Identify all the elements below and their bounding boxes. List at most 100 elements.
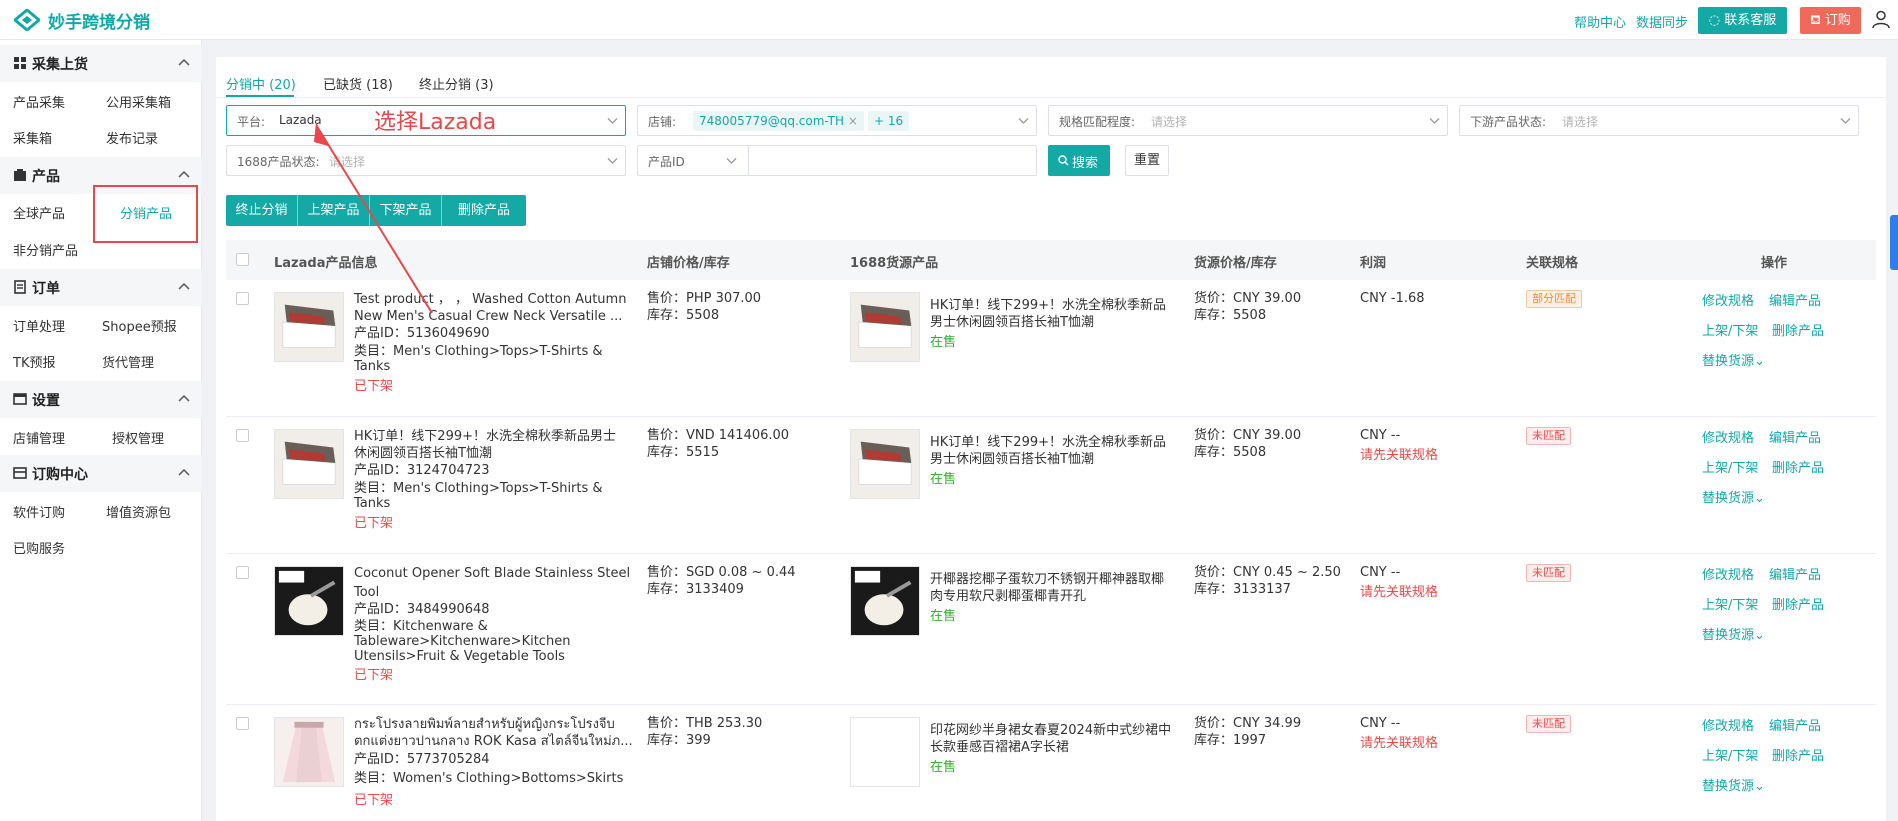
toggle-listing-link[interactable]: 上架/下架 bbox=[1702, 594, 1758, 613]
source-price: 货价：CNY 39.00 bbox=[1194, 291, 1302, 306]
contact-service-button[interactable]: ◌ 联系客服 bbox=[1698, 7, 1787, 34]
source-title-line-2[interactable]: 男士休闲圆领百搭长袖T恤潮 bbox=[930, 451, 1190, 468]
edit-product-link[interactable]: 编辑产品 bbox=[1769, 290, 1821, 309]
edit-spec-link[interactable]: 修改规格 bbox=[1702, 427, 1754, 446]
data-sync-link[interactable]: 数据同步 bbox=[1636, 12, 1688, 31]
source-title-line-2[interactable]: 肉专用软尺剥椰蛋椰青开孔 bbox=[930, 588, 1190, 605]
edit-spec-link[interactable]: 修改规格 bbox=[1702, 564, 1754, 583]
source-status: 在售 bbox=[930, 609, 957, 624]
search-button[interactable]: 搜索 bbox=[1048, 145, 1110, 176]
delete-product-button[interactable]: 删除产品 bbox=[442, 195, 526, 226]
table-row: Test product ， ， Washed Cotton Autumn Ne… bbox=[226, 280, 1876, 417]
select-all-checkbox[interactable] bbox=[236, 253, 249, 266]
sidebar-section-purchase-center[interactable]: 订购中心 bbox=[0, 455, 202, 492]
replace-source-link[interactable]: 替换货源⌄ bbox=[1702, 775, 1765, 794]
shop-select[interactable]: 店铺: 748005779@qq.com-TH × + 16 bbox=[637, 105, 1037, 136]
id-search-input[interactable] bbox=[748, 145, 1037, 176]
sidebar-item-software-order[interactable]: 软件订购 bbox=[13, 502, 65, 521]
product-title-line-1[interactable]: Coconut Opener Soft Blade Stainless Stee… bbox=[354, 565, 634, 582]
source-title-line-1[interactable]: HK订单！线下299+！水洗全棉秋季新品 bbox=[930, 297, 1190, 314]
sidebar-section-collect[interactable]: 采集上货 bbox=[0, 45, 202, 82]
sidebar-item-collect-box[interactable]: 采集箱 bbox=[13, 128, 52, 147]
replace-source-label: 替换货源 bbox=[1702, 779, 1755, 794]
replace-source-link[interactable]: 替换货源⌄ bbox=[1702, 350, 1765, 369]
sidebar-item-publish-records[interactable]: 发布记录 bbox=[106, 128, 158, 147]
search-label: 搜索 bbox=[1072, 156, 1099, 171]
source-title-line-2[interactable]: 男士休闲圆领百搭长袖T恤潮 bbox=[930, 314, 1190, 331]
toggle-listing-link[interactable]: 上架/下架 bbox=[1702, 457, 1758, 476]
tab-divider bbox=[216, 97, 1886, 98]
table-header: Lazada产品信息 店铺价格/库存 1688货源产品 货源价格/库存 利润 关… bbox=[226, 240, 1876, 280]
edit-product-link[interactable]: 编辑产品 bbox=[1769, 564, 1821, 583]
delete-product-link[interactable]: 删除产品 bbox=[1772, 320, 1824, 339]
product-title-line-2[interactable]: ตกแต่งยาวปานกลาง ROK Kasa สไตล์จีนใหม่ภ.… bbox=[354, 733, 634, 750]
sidebar-item-non-distribution-products[interactable]: 非分销产品 bbox=[13, 240, 78, 259]
row-checkbox[interactable] bbox=[236, 717, 249, 730]
tab-out-of-stock[interactable]: 已缺货 (18) bbox=[323, 74, 393, 93]
terminate-distribution-button[interactable]: 终止分销 bbox=[226, 195, 298, 226]
toggle-listing-link[interactable]: 上架/下架 bbox=[1702, 320, 1758, 339]
product-thumbnail[interactable] bbox=[274, 429, 344, 499]
edit-product-link[interactable]: 编辑产品 bbox=[1769, 715, 1821, 734]
match-status-badge: 未匹配 bbox=[1526, 715, 1571, 733]
edit-spec-link[interactable]: 修改规格 bbox=[1702, 290, 1754, 309]
source-title-line-1[interactable]: HK订单！线下299+！水洗全棉秋季新品 bbox=[930, 434, 1190, 451]
product-title-line-2[interactable]: 休闲圆领百搭长袖T恤潮 bbox=[354, 445, 634, 462]
delete-product-link[interactable]: 删除产品 bbox=[1772, 745, 1824, 764]
toggle-listing-link[interactable]: 上架/下架 bbox=[1702, 745, 1758, 764]
sidebar-section-orders[interactable]: 订单 bbox=[0, 269, 202, 306]
sidebar-item-value-added-pack[interactable]: 增值资源包 bbox=[106, 502, 171, 521]
sidebar-item-store-management[interactable]: 店铺管理 bbox=[13, 428, 65, 447]
sidebar-item-forwarder-management[interactable]: 货代管理 bbox=[102, 352, 154, 371]
product-thumbnail[interactable] bbox=[274, 717, 344, 787]
downstream-status-select[interactable]: 下游产品状态: 请选择 bbox=[1459, 105, 1859, 136]
highlight-box bbox=[93, 185, 198, 243]
sidebar-item-order-processing[interactable]: 订单处理 bbox=[13, 316, 65, 335]
id-type-select[interactable]: 产品ID bbox=[637, 145, 749, 176]
product-title-line-2[interactable]: Tool bbox=[354, 584, 634, 601]
sidebar-item-authorization-management[interactable]: 授权管理 bbox=[112, 428, 164, 447]
source-stock: 库存：5508 bbox=[1194, 308, 1267, 323]
sidebar-item-global-products[interactable]: 全球产品 bbox=[13, 203, 65, 222]
sidebar-item-shopee-forecast[interactable]: Shopee预报 bbox=[102, 316, 177, 335]
side-drawer-tab[interactable] bbox=[1890, 215, 1898, 270]
delete-product-link[interactable]: 删除产品 bbox=[1772, 457, 1824, 476]
close-icon[interactable]: × bbox=[848, 114, 858, 128]
source-title-line-2[interactable]: 长款垂感百褶裙A字长裙 bbox=[930, 739, 1190, 756]
user-icon[interactable] bbox=[1871, 9, 1891, 29]
row-checkbox[interactable] bbox=[236, 292, 249, 305]
chevron-up-icon bbox=[178, 468, 190, 476]
edit-spec-link[interactable]: 修改规格 bbox=[1702, 715, 1754, 734]
replace-source-label: 替换货源 bbox=[1702, 491, 1755, 506]
spec-match-select[interactable]: 规格匹配程度: 请选择 bbox=[1048, 105, 1448, 136]
product-title-line-1[interactable]: HK订单！线下299+！水洗全棉秋季新品男士 bbox=[354, 428, 634, 445]
tab-distributing[interactable]: 分销中 (20) bbox=[226, 74, 296, 93]
listing-status: 已下架 bbox=[354, 379, 394, 394]
chevron-down-icon: ⌄ bbox=[1754, 354, 1765, 369]
replace-source-link[interactable]: 替换货源⌄ bbox=[1702, 487, 1765, 506]
sidebar-item-tk-forecast[interactable]: TK预报 bbox=[13, 352, 55, 371]
delete-product-link[interactable]: 删除产品 bbox=[1772, 594, 1824, 613]
product-thumbnail[interactable] bbox=[274, 566, 344, 636]
source-thumbnail[interactable] bbox=[850, 292, 920, 362]
source-title-line-1[interactable]: 开椰器挖椰子蛋软刀不锈钢开椰神器取椰 bbox=[930, 571, 1190, 588]
replace-source-link[interactable]: 替换货源⌄ bbox=[1702, 624, 1765, 643]
source-thumbnail[interactable] bbox=[850, 717, 920, 787]
order-button[interactable]: ⛾ 订购 bbox=[1800, 7, 1861, 34]
sidebar-item-public-collect-box[interactable]: 公用采集箱 bbox=[106, 92, 171, 111]
sidebar-section-settings[interactable]: 设置 bbox=[0, 381, 202, 418]
row-checkbox[interactable] bbox=[236, 566, 249, 579]
source-title-line-1[interactable]: 印花网纱半身裙女春夏2024新中式纱裙中 bbox=[930, 722, 1190, 739]
edit-product-link[interactable]: 编辑产品 bbox=[1769, 427, 1821, 446]
reset-button[interactable]: 重置 bbox=[1125, 145, 1169, 176]
sidebar-item-purchased-services[interactable]: 已购服务 bbox=[13, 538, 65, 557]
tab-terminated[interactable]: 终止分销 (3) bbox=[419, 74, 494, 93]
product-title-line-1[interactable]: กระโปรงลายพิมพ์ลายสำหรับผู้หญิงกระโปรงจี… bbox=[354, 716, 634, 733]
source-thumbnail[interactable] bbox=[850, 429, 920, 499]
source-thumbnail[interactable] bbox=[850, 566, 920, 636]
help-center-link[interactable]: 帮助中心 bbox=[1574, 12, 1626, 31]
row-checkbox[interactable] bbox=[236, 429, 249, 442]
col-header-source-price: 货源价格/库存 bbox=[1194, 256, 1277, 271]
scrollbar[interactable] bbox=[1886, 57, 1898, 821]
sidebar-item-product-collect[interactable]: 产品采集 bbox=[13, 92, 65, 111]
